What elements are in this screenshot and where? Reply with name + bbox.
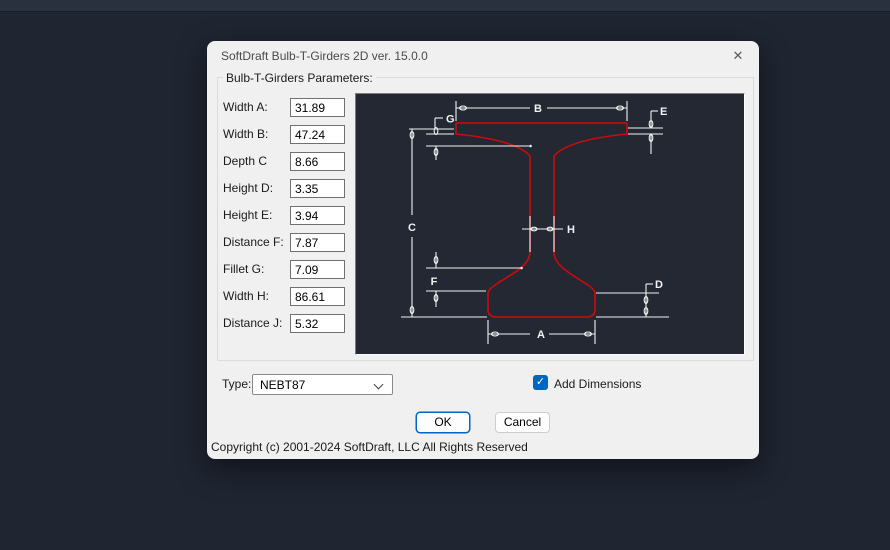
fillet-g-label: Fillet G: — [223, 262, 287, 278]
height-d-label: Height D: — [223, 181, 287, 197]
width-a-label: Width A: — [223, 100, 287, 116]
width-b-label: Width B: — [223, 127, 287, 143]
fillet-g-input[interactable] — [290, 260, 345, 279]
girder-preview-canvas: B G — [355, 93, 745, 355]
dialog-titlebar[interactable]: SoftDraft Bulb-T-Girders 2D ver. 15.0.0 … — [207, 41, 759, 69]
distance-f-label: Distance F: — [223, 235, 287, 251]
dim-label-g: G — [446, 114, 455, 126]
dim-label-d: D — [655, 279, 663, 291]
dialog-title: SoftDraft Bulb-T-Girders 2D ver. 15.0.0 — [221, 49, 428, 63]
distance-j-label: Distance J: — [223, 316, 287, 332]
type-select-value: NEBT87 — [260, 378, 305, 392]
type-label: Type: — [222, 377, 251, 391]
check-icon: ✓ — [536, 376, 545, 388]
close-icon[interactable]: ✕ — [729, 47, 747, 65]
copyright-text: Copyright (c) 2001-2024 SoftDraft, LLC A… — [211, 440, 528, 454]
add-dimensions-checkbox[interactable]: ✓ — [533, 375, 548, 390]
dim-label-c: C — [408, 222, 416, 234]
dim-label-h: H — [567, 224, 575, 236]
dim-label-a: A — [537, 329, 545, 341]
height-e-label: Height E: — [223, 208, 287, 224]
add-dimensions-label: Add Dimensions — [554, 377, 641, 391]
ok-button[interactable]: OK — [416, 412, 470, 433]
dim-label-e: E — [660, 106, 667, 118]
depth-c-input[interactable] — [290, 152, 345, 171]
desktop-titlebar-strip — [0, 0, 890, 12]
dim-label-b: B — [534, 103, 542, 115]
cancel-button[interactable]: Cancel — [495, 412, 550, 433]
type-select[interactable]: NEBT87 — [252, 374, 393, 395]
distance-j-input[interactable] — [290, 314, 345, 333]
depth-c-label: Depth C — [223, 154, 287, 170]
width-a-input[interactable] — [290, 98, 345, 117]
parameters-group-label: Bulb-T-Girders Parameters: — [223, 71, 376, 85]
height-d-input[interactable] — [290, 179, 345, 198]
distance-f-input[interactable] — [290, 233, 345, 252]
desktop: SoftDraft Bulb-T-Girders 2D ver. 15.0.0 … — [0, 0, 890, 550]
dim-label-f: F — [431, 276, 438, 288]
width-h-label: Width H: — [223, 289, 287, 305]
chevron-down-icon — [374, 380, 384, 390]
width-h-input[interactable] — [290, 287, 345, 306]
bulb-t-girders-dialog: SoftDraft Bulb-T-Girders 2D ver. 15.0.0 … — [207, 41, 759, 459]
height-e-input[interactable] — [290, 206, 345, 225]
width-b-input[interactable] — [290, 125, 345, 144]
